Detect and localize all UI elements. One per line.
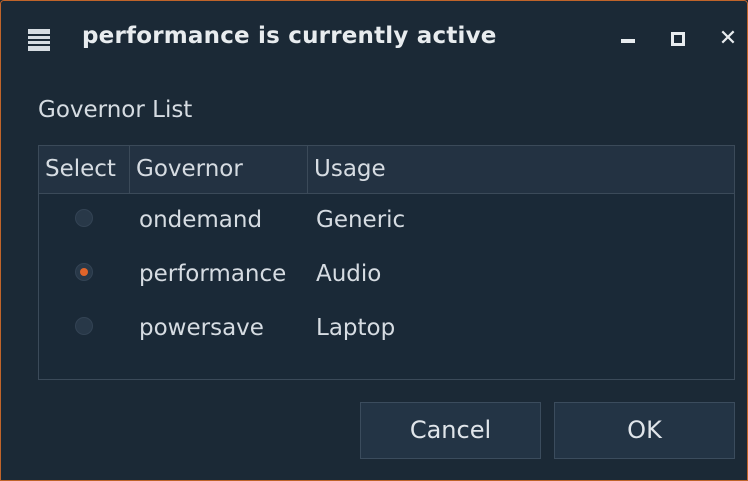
maximize-icon <box>671 32 685 46</box>
usage-cell: Audio <box>316 261 382 287</box>
close-icon: ✕ <box>718 26 738 51</box>
governor-table: Select Governor Usage ondemand Generic p… <box>38 145 735 380</box>
usage-cell: Laptop <box>316 315 396 341</box>
table-row[interactable]: ondemand Generic <box>39 193 734 247</box>
governor-list-label: Governor List <box>38 97 193 123</box>
window-title: performance is currently active <box>82 23 497 49</box>
title-bar[interactable]: performance is currently active ✕ <box>1 1 747 79</box>
governor-cell: ondemand <box>139 207 263 233</box>
governor-cell: powersave <box>139 315 264 341</box>
header-governor[interactable]: Governor <box>130 146 308 193</box>
close-button[interactable]: ✕ <box>713 23 743 55</box>
table-header: Select Governor Usage <box>39 146 734 194</box>
dialog-window: performance is currently active ✕ Govern… <box>0 0 748 481</box>
minimize-icon <box>621 39 635 43</box>
table-row[interactable]: powersave Laptop <box>39 301 734 355</box>
governor-cell: performance <box>139 261 287 287</box>
header-select[interactable]: Select <box>39 146 130 193</box>
table-row[interactable]: performance Audio <box>39 247 734 301</box>
select-radio[interactable] <box>75 317 93 335</box>
header-usage[interactable]: Usage <box>308 146 734 193</box>
table-icon <box>28 29 50 51</box>
select-radio[interactable] <box>75 263 93 281</box>
ok-button[interactable]: OK <box>554 402 735 459</box>
usage-cell: Generic <box>316 207 406 233</box>
minimize-button[interactable] <box>613 23 643 55</box>
maximize-button[interactable] <box>663 23 693 55</box>
cancel-button[interactable]: Cancel <box>360 402 541 459</box>
select-radio[interactable] <box>75 209 93 227</box>
